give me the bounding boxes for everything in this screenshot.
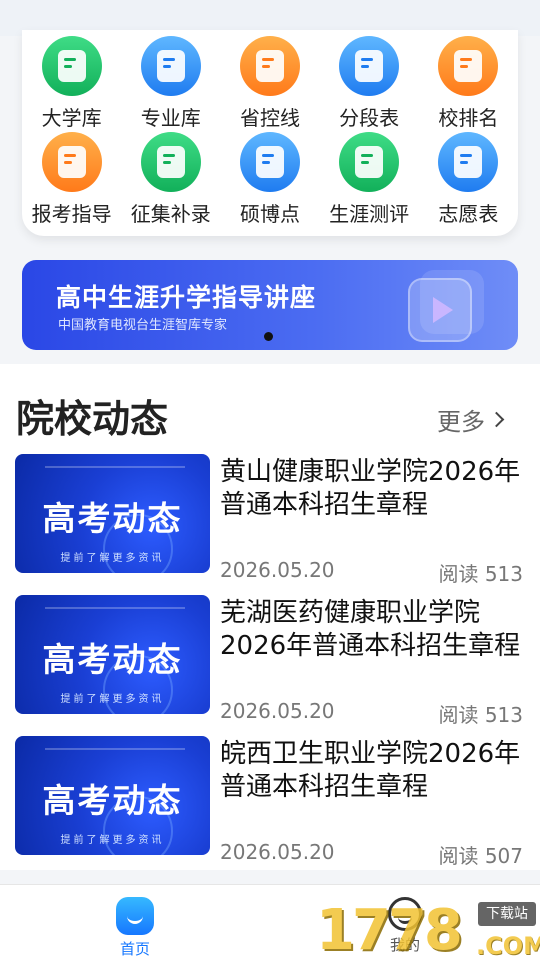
feature-label: 征集补录	[130, 202, 211, 226]
news-thumbnail: 高考动态 提前了解更多资讯	[15, 595, 210, 714]
news-thumbnail: 高考动态 提前了解更多资讯	[15, 736, 210, 855]
thumbnail-subtitle: 提前了解更多资讯	[60, 835, 165, 846]
news-read-count: 阅读 507	[438, 844, 523, 868]
feature-university-library[interactable]: 大学库	[22, 36, 121, 131]
feature-row-2: 报考指导 征集补录 硕博点 生涯测评 志愿表	[22, 132, 518, 227]
feature-graduate-programs[interactable]: 硕博点	[220, 132, 319, 227]
home-icon	[116, 897, 154, 935]
feature-volunteer-form[interactable]: 志愿表	[419, 132, 518, 227]
feature-supplementary-admission[interactable]: 征集补录	[121, 132, 220, 227]
news-title: 黄山健康职业学院2026年普通本科招生章程	[220, 457, 521, 520]
chart-line-icon	[239, 36, 300, 96]
section-title: 院校动态	[16, 397, 169, 441]
feature-career-assessment[interactable]: 生涯测评	[320, 132, 419, 227]
feature-application-guide[interactable]: 报考指导	[22, 132, 121, 227]
news-item[interactable]: 高考动态 提前了解更多资讯 黄山健康职业学院2026年普通本科招生章程 2026…	[0, 454, 540, 586]
feature-label: 志愿表	[438, 202, 499, 226]
news-date: 2026.05.20	[220, 840, 335, 864]
carousel-indicator[interactable]	[264, 332, 273, 341]
thumbnail-heading: 高考动态	[42, 781, 183, 820]
chevron-right-icon	[488, 411, 505, 428]
news-item[interactable]: 高考动态 提前了解更多资讯 芜湖医药健康职业学院2026年普通本科招生章程 20…	[0, 595, 540, 727]
collect-icon	[140, 132, 201, 192]
feature-label: 大学库	[41, 106, 102, 130]
feature-label: 报考指导	[31, 202, 112, 226]
table-icon	[339, 36, 400, 96]
feature-label: 专业库	[140, 106, 201, 130]
feature-label: 校排名	[438, 106, 499, 130]
guide-icon	[41, 132, 102, 192]
news-date: 2026.05.20	[220, 558, 335, 582]
play-icon	[239, 132, 300, 192]
school-icon	[41, 36, 102, 96]
book-icon	[140, 36, 201, 96]
news-read-count: 阅读 513	[438, 562, 523, 586]
play-icon	[408, 278, 472, 342]
news-title: 芜湖医药健康职业学院2026年普通本科招生章程	[220, 598, 521, 661]
news-section: 院校动态 更多 高考动态 提前了解更多资讯 黄山健康职业学院2026年普通本科招…	[0, 364, 540, 870]
tab-home-label: 首页	[119, 940, 150, 958]
feature-score-table[interactable]: 分段表	[320, 36, 419, 131]
more-label: 更多	[437, 408, 485, 436]
banner-subtitle: 中国教育电视台生涯智库专家	[58, 318, 228, 333]
thumbnail-subtitle: 提前了解更多资讯	[60, 553, 165, 564]
feature-label: 生涯测评	[329, 202, 410, 226]
banner-title: 高中生涯升学指导讲座	[56, 283, 317, 312]
document-icon	[438, 132, 499, 192]
feature-row-1: 大学库 专业库 省控线 分段表 校排名	[22, 36, 518, 131]
tab-home[interactable]: 首页	[70, 885, 200, 960]
news-item[interactable]: 高考动态 提前了解更多资讯 皖西卫生职业学院2026年普通本科招生章程 2026…	[0, 736, 540, 868]
feature-major-library[interactable]: 专业库	[121, 36, 220, 131]
news-title: 皖西卫生职业学院2026年普通本科招生章程	[220, 739, 521, 802]
feature-label: 分段表	[339, 106, 400, 130]
heart-pulse-icon	[339, 132, 400, 192]
more-link[interactable]: 更多	[437, 402, 505, 437]
feature-label: 硕博点	[239, 202, 300, 226]
thumbnail-heading: 高考动态	[42, 640, 183, 679]
watermark-tag: 下载站	[478, 902, 536, 926]
thumbnail-heading: 高考动态	[42, 499, 183, 538]
news-read-count: 阅读 513	[438, 703, 523, 727]
news-thumbnail: 高考动态 提前了解更多资讯	[15, 454, 210, 573]
news-date: 2026.05.20	[220, 699, 335, 723]
thumbnail-subtitle: 提前了解更多资讯	[60, 694, 165, 705]
feature-label: 省控线	[239, 106, 300, 130]
watermark-suffix: .COM	[476, 932, 540, 960]
feature-grid: 大学库 专业库 省控线 分段表 校排名 报考指导 征集补录 硕博点 生涯测评 志…	[22, 30, 518, 236]
feature-school-ranking[interactable]: 校排名	[419, 36, 518, 131]
feature-provincial-line[interactable]: 省控线	[220, 36, 319, 131]
crown-icon	[438, 36, 499, 96]
watermark-logo: 1778	[316, 898, 463, 960]
